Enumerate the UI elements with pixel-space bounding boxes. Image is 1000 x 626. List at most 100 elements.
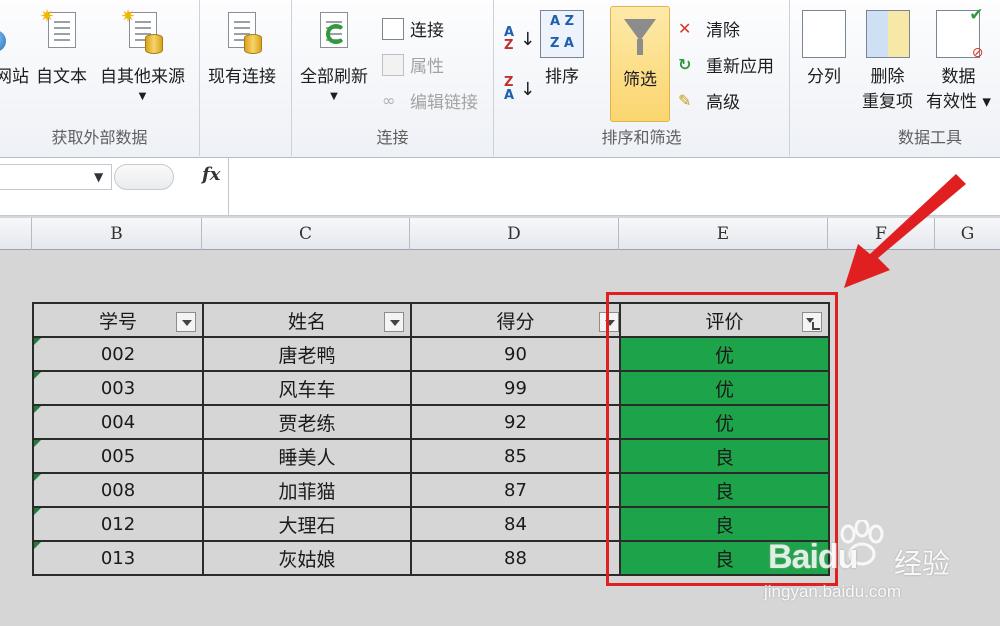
cell-id[interactable]: 004 bbox=[32, 404, 204, 440]
sort-button[interactable]: A ZZ A 排序 bbox=[540, 10, 584, 87]
watermark-cn: 经验 bbox=[894, 547, 951, 580]
down-arrow-icon: ↓ bbox=[520, 78, 536, 100]
edit-links-button[interactable]: ∞ 编辑链接 bbox=[382, 88, 478, 114]
remove-duplicates-button[interactable]: 删除 重复项 bbox=[862, 10, 913, 112]
group-label-data-tools: 数据工具 bbox=[897, 128, 962, 147]
existing-connections-button[interactable]: 现有连接 bbox=[208, 10, 276, 87]
advanced-filter-icon: ✎ bbox=[678, 90, 692, 110]
connections-icon bbox=[382, 17, 404, 40]
column-header-a[interactable] bbox=[0, 218, 32, 250]
filter-label: 筛选 bbox=[623, 70, 657, 90]
insert-function-button[interactable]: fx bbox=[202, 164, 220, 185]
data-validation-label-1: 数据 bbox=[941, 67, 976, 87]
text-file-icon: ✷ bbox=[40, 6, 84, 58]
sort-ascending-button[interactable]: AZ ↓ bbox=[504, 26, 535, 52]
connections-label: 连接 bbox=[410, 21, 444, 41]
cell-name[interactable]: 睡美人 bbox=[202, 438, 412, 474]
header-cell-id[interactable]: 学号 bbox=[32, 302, 204, 338]
properties-label: 属性 bbox=[410, 57, 444, 77]
link-icon: ∞ bbox=[382, 90, 396, 110]
cell-score[interactable]: 85 bbox=[410, 438, 621, 474]
properties-button[interactable]: 属性 bbox=[382, 52, 444, 77]
header-cell-score[interactable]: 得分 bbox=[410, 302, 621, 338]
cell-id[interactable]: 008 bbox=[32, 472, 204, 508]
sort-descending-icon: ZA bbox=[504, 75, 515, 103]
column-header-e[interactable]: E bbox=[619, 218, 828, 250]
cell-name[interactable]: 加菲猫 bbox=[202, 472, 412, 508]
cell-score[interactable]: 99 bbox=[410, 370, 621, 406]
filter-dropdown-button[interactable] bbox=[176, 312, 196, 332]
filter-dropdown-button[interactable] bbox=[384, 312, 404, 332]
clear-label: 清除 bbox=[706, 21, 740, 41]
cell-name[interactable]: 风车车 bbox=[202, 370, 412, 406]
chevron-down-icon: ▼ bbox=[330, 91, 338, 102]
refresh-all-button[interactable]: 全部刷新 ▼ bbox=[300, 10, 368, 102]
filter-button[interactable]: 筛选 bbox=[610, 6, 670, 122]
text-to-columns-button[interactable]: 分列 bbox=[802, 10, 846, 87]
reapply-button[interactable]: ↻ 重新应用 bbox=[678, 52, 774, 78]
existing-connections-label: 现有连接 bbox=[208, 67, 276, 87]
clear-filter-button[interactable]: ✕ 清除 bbox=[678, 16, 740, 42]
watermark-brand: Baidu bbox=[768, 538, 858, 576]
cell-name[interactable]: 灰姑娘 bbox=[202, 540, 412, 576]
cell-score[interactable]: 88 bbox=[410, 540, 621, 576]
cell-score[interactable]: 84 bbox=[410, 506, 621, 542]
down-arrow-icon: ↓ bbox=[520, 28, 536, 50]
clear-filter-icon: ✕ bbox=[678, 18, 692, 38]
cell-name[interactable]: 唐老鸭 bbox=[202, 336, 412, 372]
cell-id[interactable]: 013 bbox=[32, 540, 204, 576]
cell-name[interactable]: 大理石 bbox=[202, 506, 412, 542]
existing-connections-icon bbox=[220, 10, 264, 58]
column-header-d[interactable]: D bbox=[410, 218, 619, 250]
sort-dialog-icon: A ZZ A bbox=[540, 10, 584, 58]
ribbon: 网站 ✷ 自文本 ✷ 自其他来源 ▼ 获取外部数据 现有连接 全部刷新 ▼ 连接… bbox=[0, 0, 1000, 158]
group-label-sort-filter: 排序和筛选 bbox=[601, 128, 682, 147]
cell-score[interactable]: 92 bbox=[410, 404, 621, 440]
sort-descending-button[interactable]: ZA ↓ bbox=[504, 76, 535, 102]
reapply-icon: ↻ bbox=[678, 54, 692, 74]
cell-id[interactable]: 002 bbox=[32, 336, 204, 372]
from-web-button[interactable]: 网站 bbox=[0, 10, 34, 87]
from-text-button[interactable]: ✷ 自文本 bbox=[36, 6, 87, 87]
group-data-tools: 分列 删除 重复项 ✔ ⊘ 数据 有效性 ▾ 数据工具 bbox=[790, 0, 1000, 156]
group-label-connections: 连接 bbox=[376, 128, 409, 147]
sort-ascending-icon: AZ bbox=[504, 25, 515, 53]
remove-duplicates-label-2: 重复项 bbox=[862, 92, 913, 112]
group-label-external: 获取外部数据 bbox=[51, 128, 148, 147]
remove-duplicates-icon bbox=[865, 10, 910, 58]
cell-name[interactable]: 贾老练 bbox=[202, 404, 412, 440]
refresh-all-label: 全部刷新 bbox=[300, 67, 368, 87]
text-to-columns-label: 分列 bbox=[807, 67, 841, 87]
watermark: Baidu 经验 jingyan.baidu.com bbox=[752, 520, 992, 610]
advanced-filter-button[interactable]: ✎ 高级 bbox=[678, 88, 740, 114]
data-validation-icon: ✔ ⊘ bbox=[936, 5, 983, 61]
cell-score[interactable]: 90 bbox=[410, 336, 621, 372]
cell-id[interactable]: 012 bbox=[32, 506, 204, 542]
column-header-c[interactable]: C bbox=[202, 218, 410, 250]
cell-id[interactable]: 003 bbox=[32, 370, 204, 406]
header-cell-name[interactable]: 姓名 bbox=[202, 302, 412, 338]
sort-label: 排序 bbox=[545, 67, 579, 87]
group-existing: 现有连接 bbox=[200, 0, 292, 156]
edit-links-label: 编辑链接 bbox=[410, 93, 478, 113]
column-header-b[interactable]: B bbox=[32, 218, 202, 250]
data-validation-button[interactable]: ✔ ⊘ 数据 有效性 ▾ bbox=[926, 5, 991, 112]
from-web-label: 网站 bbox=[0, 67, 29, 87]
text-to-columns-icon bbox=[802, 10, 846, 58]
remove-duplicates-label-1: 删除 bbox=[870, 67, 905, 87]
cell-score[interactable]: 87 bbox=[410, 472, 621, 508]
from-text-label: 自文本 bbox=[36, 67, 87, 87]
connections-button[interactable]: 连接 bbox=[382, 16, 444, 41]
cell-id[interactable]: 005 bbox=[32, 438, 204, 474]
formula-bar-splitter[interactable] bbox=[114, 164, 174, 190]
chevron-down-icon[interactable]: ▼ bbox=[94, 170, 103, 184]
watermark-url: jingyan.baidu.com bbox=[764, 582, 902, 601]
chevron-down-icon: ▼ bbox=[138, 91, 147, 102]
funnel-icon bbox=[618, 13, 662, 61]
group-get-external-data: 网站 ✷ 自文本 ✷ 自其他来源 ▼ 获取外部数据 bbox=[0, 0, 200, 156]
advanced-label: 高级 bbox=[706, 93, 740, 113]
from-other-sources-button[interactable]: ✷ 自其他来源 ▼ bbox=[100, 6, 185, 102]
data-validation-label-2: 有效性 ▾ bbox=[926, 92, 991, 112]
annotation-arrow-icon bbox=[844, 174, 966, 288]
properties-icon bbox=[382, 53, 404, 76]
